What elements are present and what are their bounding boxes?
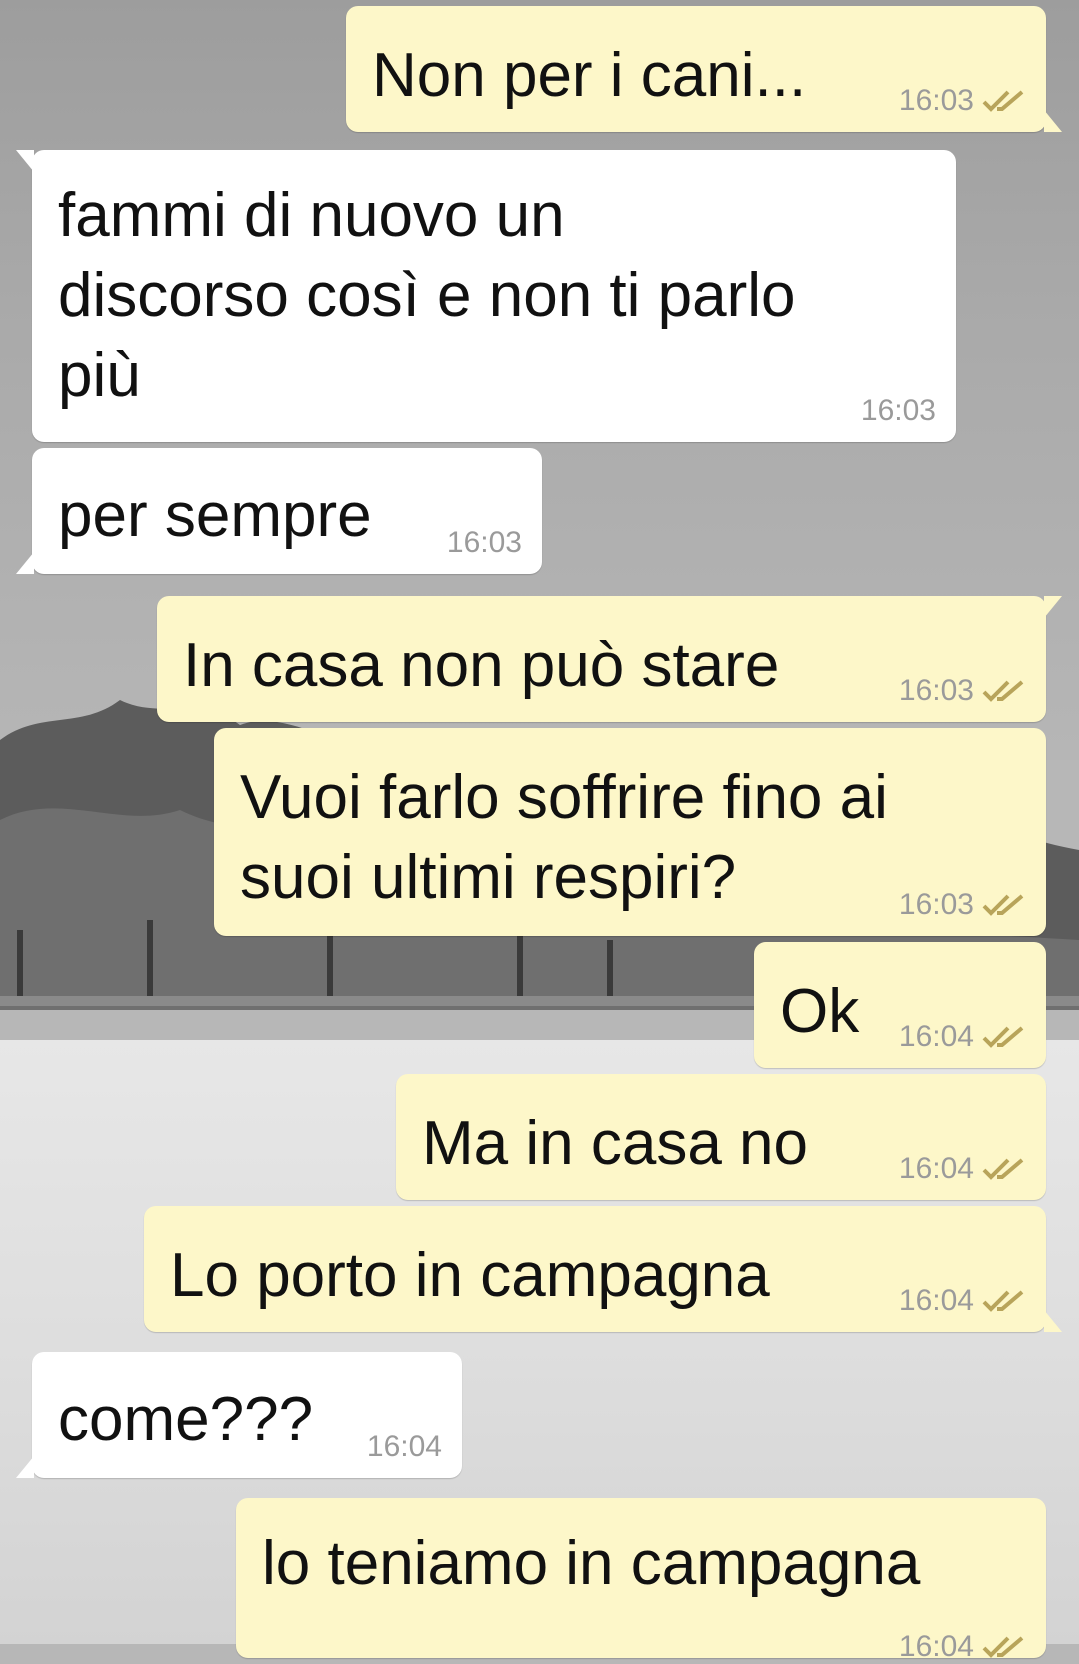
message-meta: 16:03	[899, 888, 1028, 922]
message-meta: 16:03	[447, 526, 522, 560]
message-time: 16:03	[446, 526, 522, 559]
message-time: 16:03	[898, 888, 974, 921]
message-outgoing[interactable]: In casa non può stare 16:03	[157, 596, 1062, 722]
message-meta: 16:03	[861, 394, 936, 428]
chat-thread[interactable]: Non per i cani... 16:03 fammi di nuovo u…	[0, 0, 1079, 1663]
message-meta: 16:04	[899, 1020, 1028, 1054]
bubble-tail	[16, 552, 34, 574]
double-check-icon	[982, 90, 1024, 112]
message-text: come???	[58, 1385, 314, 1454]
double-check-icon	[982, 1290, 1024, 1312]
message-text: Non per i cani...	[372, 41, 807, 110]
message-incoming[interactable]: fammi di nuovo un discorso così e non ti…	[16, 150, 956, 442]
message-time: 16:04	[366, 1430, 442, 1463]
message-outgoing[interactable]: Ma in casa no 16:04	[396, 1074, 1046, 1200]
message-outgoing[interactable]: Lo porto in campagna 16:04	[144, 1206, 1062, 1332]
message-meta: 16:04	[899, 1630, 1028, 1664]
bubble-tail	[16, 1456, 34, 1478]
message-outgoing[interactable]: Ok 16:04	[754, 942, 1046, 1068]
message-incoming[interactable]: per sempre 16:03	[16, 448, 542, 574]
message-time: 16:03	[898, 84, 974, 117]
message-text: Ok	[780, 977, 860, 1046]
double-check-icon	[982, 680, 1024, 702]
message-text: lo teniamo in campagna	[262, 1529, 921, 1598]
message-meta: 16:04	[899, 1284, 1028, 1318]
message-text-line: discorso così e non ti parlo	[58, 261, 796, 330]
message-time: 16:04	[898, 1284, 974, 1317]
double-check-icon	[982, 1158, 1024, 1180]
message-text-line: fammi di nuovo un	[58, 181, 565, 250]
message-time: 16:03	[860, 394, 936, 427]
message-meta: 16:03	[899, 84, 1028, 118]
message-outgoing[interactable]: lo teniamo in campagna 16:04	[236, 1498, 1046, 1663]
double-check-icon	[982, 894, 1024, 916]
message-text: Ma in casa no	[422, 1109, 808, 1178]
message-text-line: più	[58, 341, 141, 410]
message-text: Lo porto in campagna	[170, 1241, 770, 1310]
message-meta: 16:04	[899, 1152, 1028, 1186]
message-meta: 16:03	[899, 674, 1028, 708]
message-time: 16:04	[898, 1152, 974, 1185]
message-incoming[interactable]: come??? 16:04	[16, 1352, 462, 1478]
message-text-line: Vuoi farlo soffrire fino ai	[240, 763, 888, 832]
bubble-tail	[1044, 1310, 1062, 1332]
message-text: In casa non può stare	[183, 631, 780, 700]
message-time: 16:04	[898, 1630, 974, 1663]
bubble-tail	[1044, 596, 1062, 618]
message-outgoing[interactable]: Vuoi farlo soffrire fino ai suoi ultimi …	[214, 728, 1046, 936]
message-text-line: suoi ultimi respiri?	[240, 843, 737, 912]
message-time: 16:03	[898, 674, 974, 707]
double-check-icon	[982, 1636, 1024, 1658]
message-meta: 16:04	[367, 1430, 442, 1464]
message-outgoing[interactable]: Non per i cani... 16:03	[346, 6, 1062, 132]
message-time: 16:04	[898, 1020, 974, 1053]
bubble-tail	[1044, 110, 1062, 132]
message-text: per sempre	[58, 481, 372, 550]
bubble-tail	[16, 150, 34, 172]
double-check-icon	[982, 1026, 1024, 1048]
